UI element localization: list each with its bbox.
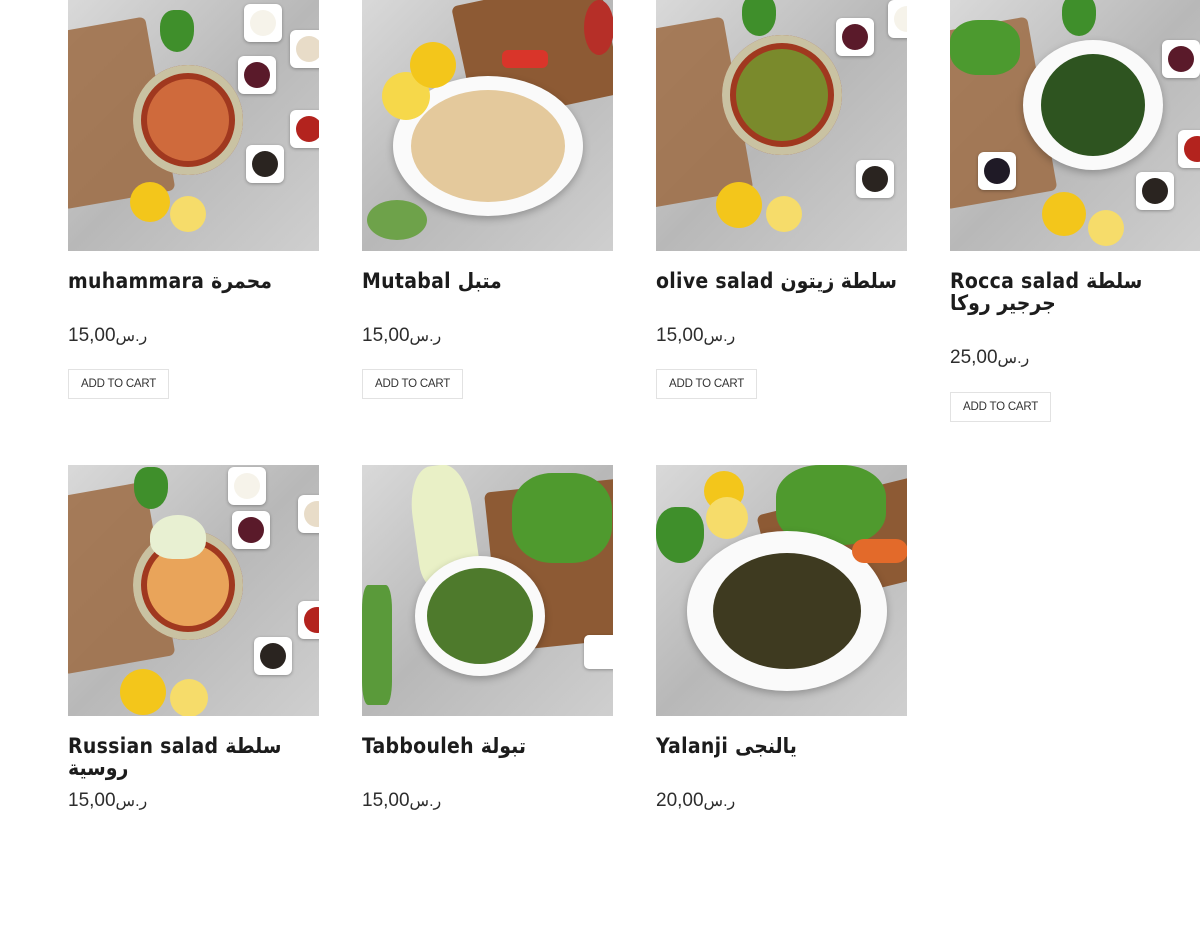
product-price: ر.س15,00 [362, 325, 447, 347]
product-card-olive-salad: olive salad سلطة زيتون ر.س15,00 ADD TO C… [656, 0, 907, 465]
product-price: ر.س15,00 [68, 790, 153, 812]
product-title[interactable]: Rocca salad سلطة جرجير روكا [950, 270, 1200, 314]
product-price: ر.س20,00 [656, 790, 741, 812]
product-title[interactable]: Russian salad سلطة روسية [68, 735, 319, 779]
product-title[interactable]: muhammara محمرة [68, 270, 319, 292]
price-value: 15,00 [362, 325, 410, 346]
product-card-rocca-salad: Rocca salad سلطة جرجير روكا ر.س25,00 ADD… [950, 0, 1200, 465]
product-card-russian-salad: Russian salad سلطة روسية ر.س15,00 [68, 465, 319, 930]
price-value: 15,00 [68, 325, 116, 346]
product-card-tabbouleh: Tabbouleh تبولة ر.س15,00 [362, 465, 613, 930]
product-image[interactable] [950, 0, 1200, 251]
price-value: 15,00 [68, 790, 116, 811]
product-grid: muhammara محمرة ر.س15,00 ADD TO CART Mut… [68, 0, 1200, 930]
price-value: 15,00 [656, 325, 704, 346]
currency-symbol: ر.س [409, 328, 442, 345]
product-title[interactable]: Tabbouleh تبولة [362, 735, 613, 757]
product-image[interactable] [362, 0, 613, 251]
currency-symbol: ر.س [409, 793, 442, 810]
currency-symbol: ر.س [997, 350, 1030, 367]
product-image[interactable] [68, 0, 319, 251]
add-to-cart-button[interactable]: ADD TO CART [362, 369, 464, 399]
currency-symbol: ر.س [115, 328, 148, 345]
price-value: 25,00 [950, 347, 998, 368]
add-to-cart-button[interactable]: ADD TO CART [656, 369, 758, 399]
product-title[interactable]: Mutabal متبل [362, 270, 613, 292]
price-value: 20,00 [656, 790, 704, 811]
product-image[interactable] [656, 0, 907, 251]
add-to-cart-button[interactable]: ADD TO CART [950, 392, 1052, 422]
currency-symbol: ر.س [703, 328, 736, 345]
product-card-yalanji: Yalanji يالنجى ر.س20,00 [656, 465, 907, 930]
product-price: ر.س15,00 [68, 325, 153, 347]
product-price: ر.س25,00 [950, 347, 1035, 369]
price-value: 15,00 [362, 790, 410, 811]
add-to-cart-button[interactable]: ADD TO CART [68, 369, 170, 399]
product-card-muhammara: muhammara محمرة ر.س15,00 ADD TO CART [68, 0, 319, 465]
product-price: ر.س15,00 [362, 790, 447, 812]
product-image[interactable] [362, 465, 613, 716]
product-image[interactable] [68, 465, 319, 716]
product-card-mutabal: Mutabal متبل ر.س15,00 ADD TO CART [362, 0, 613, 465]
product-title[interactable]: Yalanji يالنجى [656, 735, 907, 757]
currency-symbol: ر.س [703, 793, 736, 810]
product-image[interactable] [656, 465, 907, 716]
product-title[interactable]: olive salad سلطة زيتون [656, 270, 907, 292]
product-price: ر.س15,00 [656, 325, 741, 347]
currency-symbol: ر.س [115, 793, 148, 810]
